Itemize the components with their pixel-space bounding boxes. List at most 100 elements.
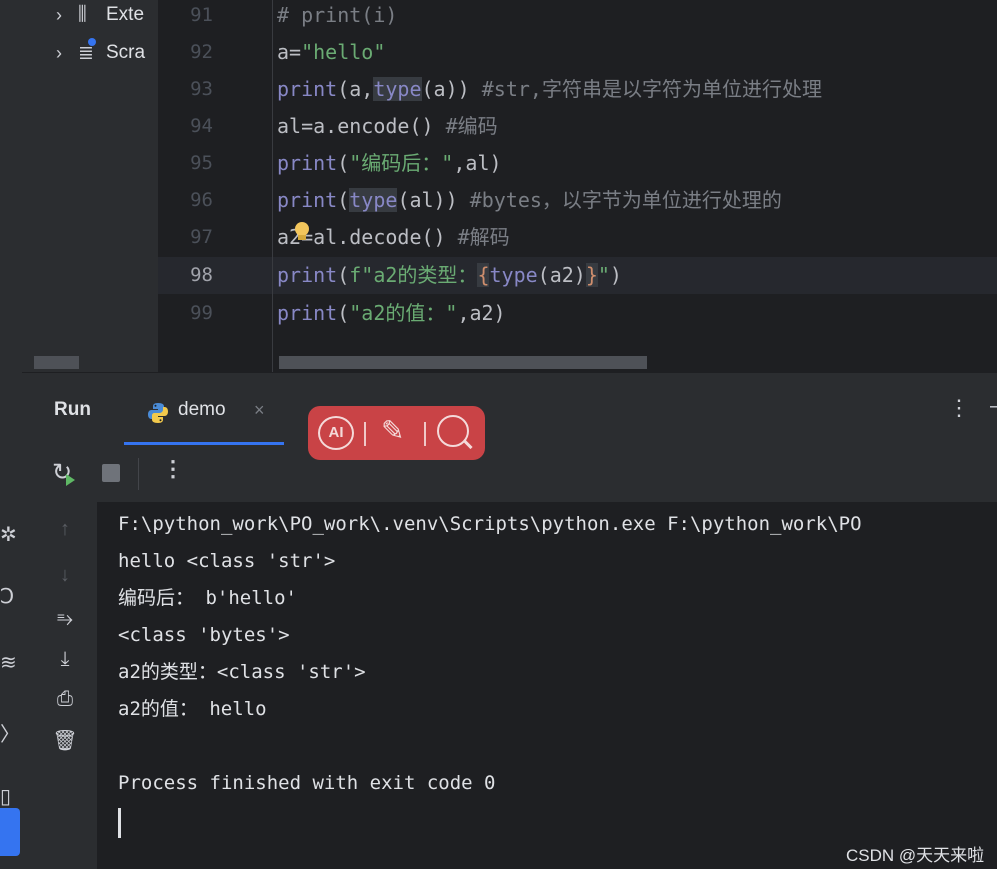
active-tool-indicator[interactable] [0, 808, 20, 856]
project-horizontal-scrollbar[interactable] [34, 356, 79, 369]
code-token: (a2) [537, 263, 586, 287]
line-number: 97 [190, 226, 213, 248]
line-number: 92 [190, 41, 213, 63]
code-token: (a)) [421, 77, 482, 101]
line-number: 99 [190, 302, 213, 324]
line-number-current: 98 [190, 264, 213, 286]
string-literal: f"a2的类型： [349, 263, 478, 287]
code-line[interactable]: a="hello" [277, 34, 385, 71]
close-icon[interactable]: × [254, 400, 265, 421]
comment: #str,字符串是以字符为单位进行处理 [481, 77, 822, 101]
builtin-token: print [277, 151, 338, 175]
rerun-play-badge [66, 474, 75, 486]
comment: #bytes，以字节为单位进行处理的 [469, 188, 782, 212]
watermark: CSDN @天天来啦 [846, 846, 985, 865]
brace-token: { [477, 263, 490, 287]
chevron-right-icon[interactable]: › [56, 5, 78, 26]
gutter-divider [272, 0, 273, 372]
toolbar-separator [138, 458, 139, 490]
console-action-bar: ↑ ↓ ⥱ ⤓ ⎙ 🗑 [22, 502, 97, 869]
code-line[interactable]: # print(i) [277, 0, 397, 34]
builtin-token: print [277, 263, 338, 287]
code-token: ( [337, 188, 350, 212]
code-line[interactable]: print(a,type(a)) #str,字符串是以字符为单位进行处理 [277, 71, 822, 108]
console-output[interactable]: F:\python_work\PO_work\.venv\Scripts\pyt… [97, 502, 997, 869]
code-line-current[interactable]: print(f"a2的类型：{type(a2)}") [277, 257, 622, 294]
python-icon [148, 403, 168, 423]
builtin-token-highlighted: type [373, 77, 422, 101]
ai-assistant-popup[interactable]: AI ✎ [308, 406, 485, 460]
code-token: ( [337, 263, 350, 287]
scratches-icon: ≣ [78, 37, 106, 65]
scroll-to-end-icon[interactable]: ⤓ [52, 648, 78, 671]
minimize-icon[interactable]: – [990, 395, 997, 418]
code-token: ,a2) [457, 301, 506, 325]
code-token: ( [337, 301, 350, 325]
code-line[interactable]: a2=al.decode() #解码 [277, 219, 510, 256]
left-tool-strip: ✲ Ͻ ≋ 〉 ▯ [0, 372, 22, 869]
string-literal: "编码后：" [349, 151, 454, 175]
console-line: a2的值： hello [118, 698, 267, 720]
run-header: Run demo × ⋮ – AI ✎ [22, 372, 997, 460]
builtin-token: print [277, 301, 338, 325]
external-libraries-icon: ⫼ [78, 4, 87, 25]
tool-icon[interactable]: 〉 [0, 718, 20, 747]
tree-item-external-libraries[interactable]: › ⫼ Exte [56, 0, 144, 30]
code-token: (al)) [397, 188, 470, 212]
tool-icon[interactable]: ≋ [0, 650, 17, 674]
tool-icon[interactable]: ▯ [0, 784, 16, 808]
console-line: 编码后： b'hello' [118, 587, 297, 609]
code-line[interactable]: print("编码后：",al) [277, 145, 502, 182]
string-literal: " [597, 263, 610, 287]
tool-icon[interactable]: ✲ [0, 522, 17, 546]
console-line: Process finished with exit code 0 [118, 772, 496, 794]
text-caret [118, 808, 121, 838]
builtin-token: type [489, 263, 538, 287]
line-number: 91 [190, 4, 213, 26]
string-literal: "hello" [301, 40, 386, 64]
code-line[interactable]: al=a.encode() #编码 [277, 108, 498, 145]
magic-wand-icon[interactable]: ✎ [381, 414, 404, 447]
print-icon[interactable]: ⎙ [52, 688, 78, 711]
line-number: 95 [190, 152, 213, 174]
code-line[interactable]: print("a2的值：",a2) [277, 295, 506, 332]
more-options-icon[interactable]: ⋮ [162, 456, 184, 482]
editor-horizontal-scrollbar[interactable] [279, 356, 647, 369]
builtin-token: print [277, 188, 338, 212]
scroll-down-icon[interactable]: ↓ [52, 564, 78, 587]
search-icon-handle [463, 439, 473, 450]
code-token: a= [277, 40, 302, 64]
tab-demo[interactable]: demo × [124, 387, 284, 445]
tree-item-label: Exte [106, 4, 145, 25]
tool-icon[interactable]: Ͻ [0, 584, 16, 608]
line-number: 94 [190, 115, 213, 137]
console-line: F:\python_work\PO_work\.venv\Scripts\pyt… [118, 513, 862, 535]
lightbulb-icon[interactable] [293, 222, 311, 244]
code-token: ) [609, 263, 622, 287]
separator [364, 422, 366, 446]
more-options-icon[interactable]: ⋮ [948, 395, 970, 421]
soft-wrap-icon[interactable]: ⥱ [52, 608, 78, 631]
project-panel-edge [0, 0, 8, 372]
tab-label: demo [178, 399, 226, 420]
string-literal: "a2的值：" [349, 301, 458, 325]
console-line: <class 'bytes'> [118, 624, 290, 646]
project-tree[interactable]: › ⫼ Exte › ≣ Scra [8, 0, 158, 372]
run-title: Run [54, 399, 91, 420]
chevron-right-icon[interactable]: › [56, 43, 78, 64]
brace-token: } [585, 263, 598, 287]
code-token: al=a.encode() [277, 114, 446, 138]
comment: #编码 [445, 114, 498, 138]
code-editor[interactable]: › ⫼ Exte › ≣ Scra 91 92 93 94 95 96 97 9… [0, 0, 997, 372]
trash-icon[interactable]: 🗑 [52, 728, 78, 753]
comment: #解码 [457, 225, 510, 249]
ai-icon[interactable]: AI [318, 416, 354, 450]
line-number: 96 [190, 189, 213, 211]
code-token: ,al) [453, 151, 502, 175]
tree-item-scratches[interactable]: › ≣ Scra [56, 37, 145, 68]
run-tool-window: Run demo × ⋮ – AI ✎ ↻ ⋮ [22, 372, 997, 869]
comment: # print(i) [277, 3, 398, 27]
scroll-up-icon[interactable]: ↑ [52, 518, 78, 541]
code-line[interactable]: print(type(al)) #bytes，以字节为单位进行处理的 [277, 182, 782, 219]
stop-icon[interactable] [102, 464, 120, 482]
